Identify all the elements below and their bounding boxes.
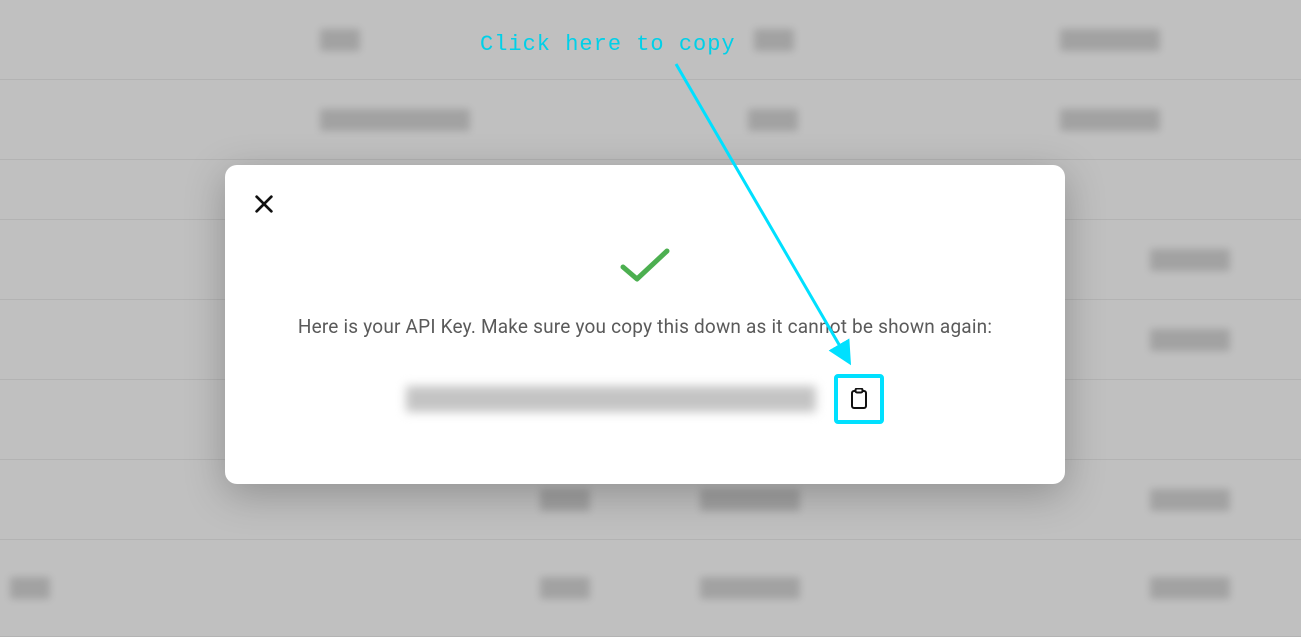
modal-body: Here is your API Key. Make sure you copy… bbox=[255, 195, 1035, 424]
api-key-row bbox=[255, 374, 1035, 424]
annotation-label: Click here to copy bbox=[480, 32, 736, 57]
close-icon bbox=[253, 193, 275, 215]
clipboard-icon bbox=[849, 388, 869, 410]
api-key-value bbox=[406, 386, 816, 412]
check-icon bbox=[619, 245, 671, 285]
modal-message: Here is your API Key. Make sure you copy… bbox=[298, 315, 992, 338]
api-key-modal: Here is your API Key. Make sure you copy… bbox=[225, 165, 1065, 484]
copy-button[interactable] bbox=[834, 374, 884, 424]
close-button[interactable] bbox=[247, 187, 281, 221]
